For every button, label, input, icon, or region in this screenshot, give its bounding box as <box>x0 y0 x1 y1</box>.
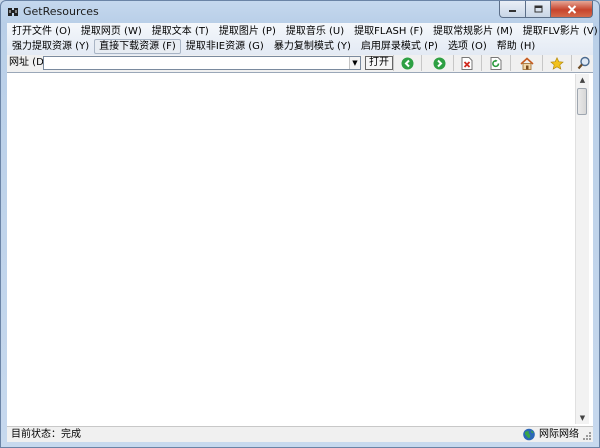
home-icon <box>520 56 534 70</box>
search-icon <box>577 56 590 70</box>
stop-button[interactable] <box>459 56 475 70</box>
scroll-down-button[interactable]: ▼ <box>576 412 589 424</box>
menu-screen-record[interactable]: 启用屏录模式 (P) <box>356 39 443 54</box>
address-toolbar: 网址 (D) ▼ 打开 <box>7 55 593 71</box>
address-label: 网址 (D) <box>9 57 48 68</box>
stop-icon <box>461 56 473 70</box>
toolbar-separator <box>542 55 543 71</box>
menu-extract-flash[interactable]: 提取FLASH (F) <box>349 24 428 39</box>
favorites-button[interactable] <box>549 56 565 70</box>
menu-open-file[interactable]: 打开文件 (O) <box>7 24 76 39</box>
globe-icon <box>523 428 535 441</box>
resize-grip-icon[interactable] <box>582 431 592 441</box>
status-text: 目前状态：完成 <box>11 429 81 440</box>
back-icon <box>401 57 413 69</box>
status-zone-label: 网际网络 <box>539 428 579 440</box>
toolbar-separator <box>481 55 482 71</box>
toolbar-separator <box>571 55 572 71</box>
scroll-down-icon: ▼ <box>579 414 586 422</box>
scroll-up-button[interactable]: ▲ <box>576 74 589 86</box>
menu-extract-non-ie[interactable]: 提取非IE资源 (G) <box>181 39 269 54</box>
menu-extract-webpage[interactable]: 提取网页 (W) <box>76 24 147 39</box>
refresh-icon <box>490 56 502 70</box>
home-button[interactable] <box>519 56 535 70</box>
menu-row-1: 打开文件 (O) 提取网页 (W) 提取文本 (T) 提取图片 (P) 提取音乐… <box>7 24 599 39</box>
menu-extract-video[interactable]: 提取常规影片 (M) <box>428 24 518 39</box>
toolbar-separator <box>453 55 454 71</box>
address-input[interactable]: ▼ <box>43 56 361 70</box>
menu-force-copy[interactable]: 暴力复制模式 (Y) <box>269 39 356 54</box>
open-button[interactable]: 打开 <box>365 56 393 70</box>
minimize-icon <box>509 10 516 12</box>
menu-extract-music[interactable]: 提取音乐 (U) <box>281 24 349 39</box>
app-icon <box>8 8 18 16</box>
vertical-scrollbar[interactable]: ▲ ▼ <box>575 74 589 424</box>
menu-force-extract[interactable]: 强力提取资源 (Y) <box>7 39 94 54</box>
toolbar-separator <box>421 55 422 71</box>
forward-button[interactable] <box>431 56 447 70</box>
menu-help[interactable]: 帮助 (H) <box>492 39 541 54</box>
menu-extract-text[interactable]: 提取文本 (T) <box>147 24 214 39</box>
menu-options[interactable]: 选项 (O) <box>443 39 492 54</box>
client-area: 打开文件 (O) 提取网页 (W) 提取文本 (T) 提取图片 (P) 提取音乐… <box>7 23 598 442</box>
window-controls <box>499 1 593 20</box>
status-bar: 目前状态：完成 网际网络 <box>7 426 593 442</box>
address-dropdown-button[interactable]: ▼ <box>349 57 360 69</box>
window-title: GetResources <box>23 5 99 18</box>
refresh-button[interactable] <box>488 56 504 70</box>
app-window: GetResources 打开文件 (O) 提取网页 (W) 提取文本 (T) … <box>0 0 600 448</box>
chevron-down-icon: ▼ <box>352 59 358 67</box>
maximize-button[interactable] <box>525 1 550 18</box>
close-icon <box>567 4 576 14</box>
menu-extract-images[interactable]: 提取图片 (P) <box>214 24 281 39</box>
scroll-up-icon: ▲ <box>579 76 586 84</box>
close-button[interactable] <box>550 1 593 18</box>
forward-icon <box>433 57 445 69</box>
toolbar-separator <box>393 55 394 71</box>
scroll-thumb[interactable] <box>577 88 587 115</box>
status-zone: 网际网络 <box>522 428 579 441</box>
menu-direct-download[interactable]: 直接下载资源 (F) <box>94 39 181 54</box>
menu-extract-flv[interactable]: 提取FLV影片 (V) <box>518 24 599 39</box>
back-button[interactable] <box>399 56 415 70</box>
search-button[interactable] <box>576 56 592 70</box>
menu-row-2: 强力提取资源 (Y) 直接下载资源 (F) 提取非IE资源 (G) 暴力复制模式… <box>7 39 540 54</box>
favorites-icon <box>550 56 564 70</box>
toolbar-separator <box>510 55 511 71</box>
minimize-button[interactable] <box>499 1 525 18</box>
browser-content[interactable] <box>7 72 593 427</box>
title-bar[interactable]: GetResources <box>1 1 599 23</box>
menu-bar: 打开文件 (O) 提取网页 (W) 提取文本 (T) 提取图片 (P) 提取音乐… <box>7 23 598 55</box>
maximize-icon <box>534 5 542 13</box>
